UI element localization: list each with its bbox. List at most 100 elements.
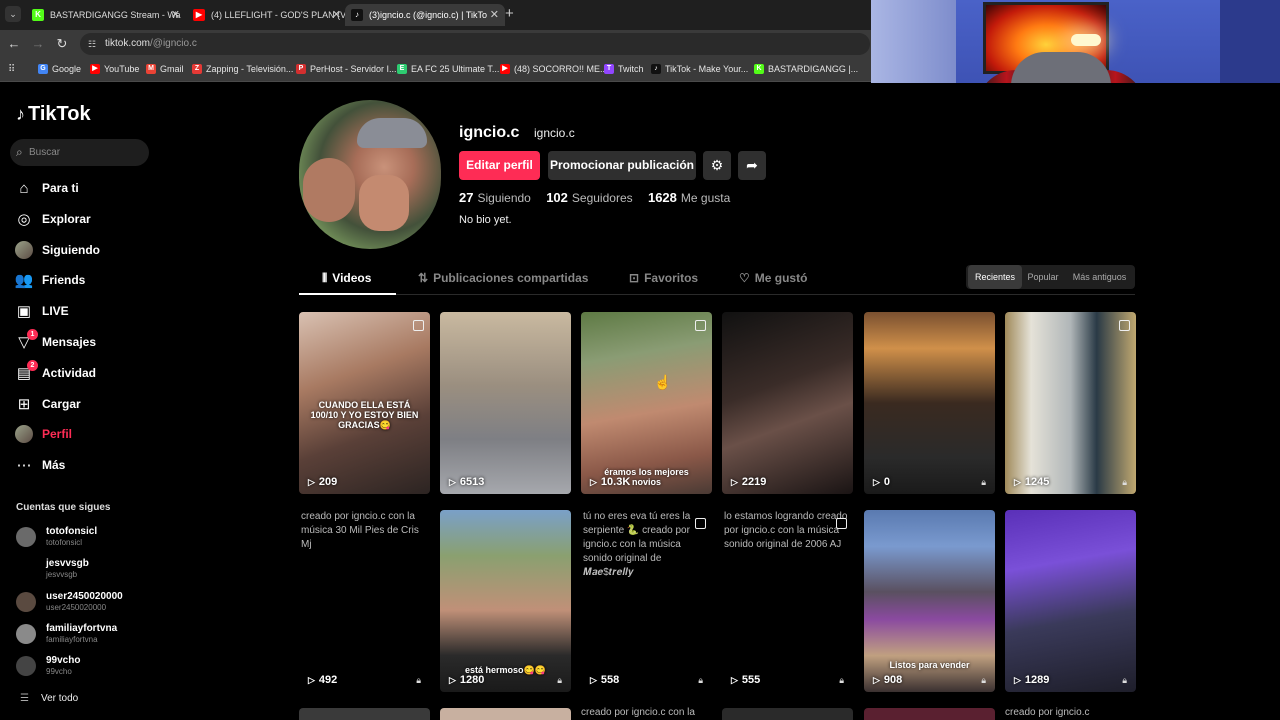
tab-title: (4) LLEFLIGHT - GOD'S PLAN (V (211, 10, 347, 20)
followers-stat[interactable]: 102 Seguidores (546, 190, 632, 205)
sidebar-item-upload[interactable]: ⊞ Cargar (14, 392, 154, 418)
tab-shared-posts[interactable]: ⇅ Publicaciones compartidas (418, 271, 588, 285)
play-icon: ▷ (1014, 675, 1021, 685)
video-card[interactable]: está hermoso😋😋 ▷ 1280 🔒︎ (440, 510, 571, 692)
tiktok-logo[interactable]: ♪ TikTok (16, 103, 91, 126)
close-tab-icon[interactable]: ✕ (332, 4, 341, 26)
followed-account[interactable]: familiayfortvna familiayfortvna (16, 620, 156, 650)
followed-account[interactable]: jesvvsgb jesvvsgb (16, 555, 156, 585)
site-info-icon[interactable]: ☷ (88, 39, 98, 49)
bookmark-favicon-icon: ♪ (651, 64, 661, 74)
followed-account[interactable]: totofonsicl totofonsicl (16, 523, 156, 553)
video-card[interactable]: lo estamos logrando creado por igncio.c … (722, 510, 853, 692)
sort-recent[interactable]: Recientes (968, 265, 1022, 289)
bookmark-favicon-icon: E (397, 64, 407, 74)
browser-tab[interactable]: ♪ (3)igncio.c (@igncio.c) | TikTo ✕ (345, 4, 505, 26)
browser-tab[interactable]: K BASTARDIGANGG Stream - Wa ✕ (26, 4, 186, 26)
url-input[interactable]: ☷ tiktok.com/@igncio.c (80, 33, 870, 55)
video-card[interactable]: ▷ 1245 🔒︎ (1005, 312, 1136, 494)
bookmark-item[interactable]: M Gmail (146, 64, 184, 74)
browser-tab[interactable]: ▶ (4) LLEFLIGHT - GOD'S PLAN (V ✕ (187, 4, 347, 26)
video-card[interactable] (722, 708, 853, 720)
bookmark-label: Twitch (618, 64, 644, 74)
video-card[interactable]: Listos para vender ▷ 908 🔒︎ (864, 510, 995, 692)
bookmark-label: (48) SOCORRO!! ME... (514, 64, 608, 74)
bookmark-label: YouTube (104, 64, 140, 74)
sidebar-item-activity[interactable]: ▤ 2 Actividad (14, 359, 154, 387)
bookmark-item[interactable]: ▶ (48) SOCORRO!! ME... (500, 64, 608, 74)
video-card[interactable]: tú no eres eva tú eres la serpiente 🐍 cr… (581, 510, 712, 692)
bookmark-item[interactable]: G Google (38, 64, 81, 74)
bookmark-item[interactable]: ▶ YouTube (90, 64, 139, 74)
video-card[interactable] (440, 708, 571, 720)
video-card[interactable]: ▷ 6513 (440, 312, 571, 494)
view-count: ▷ 1245 (1014, 476, 1050, 488)
video-alt-text: lo estamos logrando creado por igncio.c … (724, 511, 848, 550)
search-box[interactable]: ⌕ (10, 139, 149, 166)
sidebar-item-live[interactable]: ▣ LIVE (14, 299, 154, 325)
settings-gear-icon[interactable]: ⚙ (703, 151, 731, 180)
video-card[interactable]: éramos los mejores novios ▷ 10.3K (581, 312, 712, 494)
video-card[interactable]: ▷ 0 🔒︎ (864, 312, 995, 494)
sidebar-item-more[interactable]: ⋯ Más (14, 453, 154, 479)
play-icon: ▷ (449, 477, 456, 487)
avatar (16, 559, 36, 579)
tiktok-app: ♪TikTok ⌕ ⌂ Para ti ◎ Explorar Siguiendo 👥 Fri… (0, 83, 1280, 720)
close-tab-icon[interactable]: ✕ (490, 4, 499, 26)
bookmark-item[interactable]: P PerHost - Servidor I... (296, 64, 397, 74)
tab-liked[interactable]: ♡ Me gustó (739, 271, 807, 285)
video-card[interactable] (864, 708, 995, 720)
reload-button[interactable]: ↻ (54, 36, 70, 52)
tab-search-button[interactable]: ⌄ (5, 6, 21, 22)
play-icon: ▷ (308, 675, 315, 685)
sidebar-item-profile[interactable]: Perfil (14, 422, 154, 448)
promote-post-button[interactable]: Promocionar publicación (548, 151, 696, 180)
play-icon: ▷ (449, 675, 456, 685)
account-handle: 99vcho (46, 667, 72, 677)
see-all-link[interactable]: ☰ Ver todo (20, 693, 78, 704)
tab-videos[interactable]: ⦀ Videos (322, 271, 371, 286)
view-count: ▷ 10.3K (590, 476, 631, 488)
heart-icon: ♡ (739, 271, 750, 285)
bookmark-item[interactable]: E EA FC 25 Ultimate T... (397, 64, 499, 74)
close-tab-icon[interactable]: ✕ (171, 4, 180, 26)
view-count: ▷ 2219 (731, 476, 767, 488)
followed-account[interactable]: user2450020000 user2450020000 (16, 588, 156, 618)
video-card[interactable]: ▷ 2219 (722, 312, 853, 494)
tab-favicon-icon: ▶ (193, 9, 205, 21)
share-icon[interactable]: ➦ (738, 151, 766, 180)
sidebar-item-following[interactable]: Siguiendo (14, 238, 154, 264)
following-stat[interactable]: 27 Siguiendo (459, 190, 531, 205)
account-name: jesvvsgb (46, 558, 89, 570)
sort-oldest[interactable]: Más antiguos (1066, 265, 1133, 289)
edit-profile-button[interactable]: Editar perfil (459, 151, 540, 180)
bookmark-icon: ⊡ (629, 271, 640, 285)
video-caption-overlay: CUANDO ELLA ESTÁ 100/10 Y YO ESTOY BIEN … (310, 400, 419, 430)
photo-carousel-icon (695, 518, 706, 529)
bookmark-item[interactable]: T Twitch (604, 64, 644, 74)
video-alt-text: creado por igncio.c con la música 30 Mil… (301, 511, 419, 550)
play-icon: ▷ (590, 477, 597, 487)
back-button[interactable]: ← (6, 36, 22, 51)
account-handle: familiayfortvna (46, 634, 98, 644)
video-card[interactable]: CUANDO ELLA ESTÁ 100/10 Y YO ESTOY BIEN … (299, 312, 430, 494)
bookmark-item[interactable]: K BASTARDIGANGG |... (754, 64, 858, 74)
followed-account[interactable]: 99vcho 99vcho (16, 652, 156, 682)
video-card[interactable]: ▷ 1289 🔒︎ (1005, 510, 1136, 692)
tiktok-note-icon: ♪ (16, 104, 25, 124)
video-card[interactable] (299, 708, 430, 720)
sort-popular[interactable]: Popular (1024, 265, 1062, 289)
sidebar-item-for-you[interactable]: ⌂ Para ti (14, 176, 154, 202)
sidebar-item-friends[interactable]: 👥 Friends (14, 268, 154, 294)
apps-grid-icon[interactable]: ⠿ (8, 64, 19, 75)
new-tab-button[interactable]: + (505, 5, 514, 22)
profile-avatar[interactable] (299, 100, 441, 249)
bookmark-item[interactable]: ♪ TikTok - Make Your... (651, 64, 748, 74)
sidebar-item-explore[interactable]: ◎ Explorar (14, 207, 154, 233)
search-input[interactable] (29, 144, 139, 160)
bookmark-item[interactable]: Z Zapping - Televisión... (192, 64, 293, 74)
video-card[interactable]: creado por igncio.c con la música 30 Mil… (299, 510, 430, 692)
tab-favorites[interactable]: ⊡ Favoritos (629, 271, 698, 285)
forward-button[interactable]: → (30, 36, 46, 51)
sidebar-item-messages[interactable]: ▽ 1 Mensajes (14, 329, 154, 356)
